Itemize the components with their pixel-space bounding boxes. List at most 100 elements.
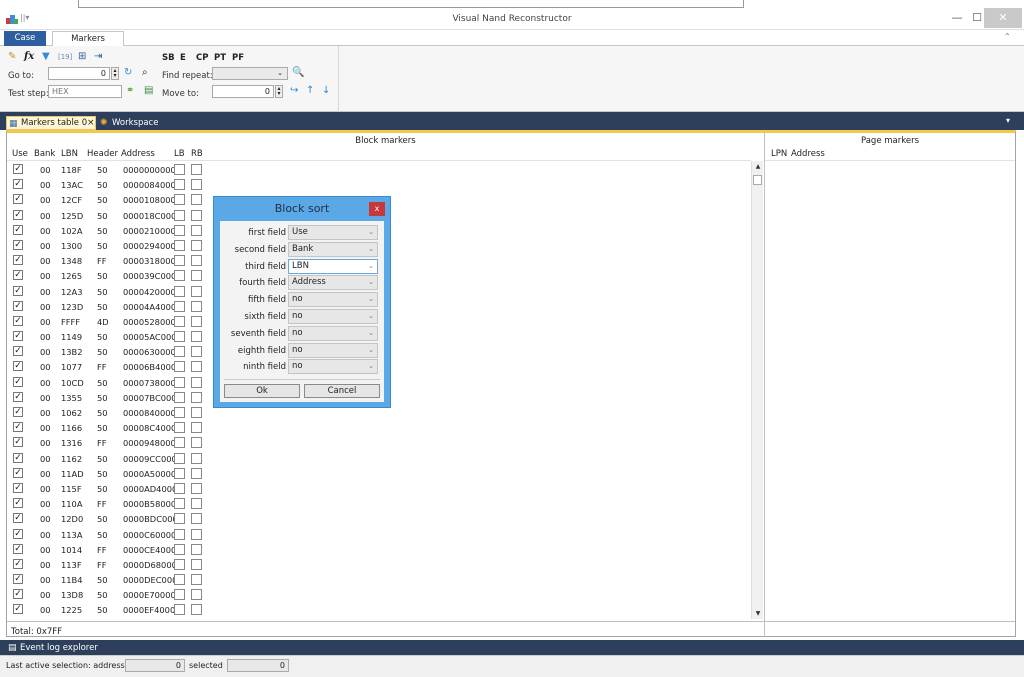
lb-checkbox[interactable] bbox=[174, 498, 185, 510]
function-icon[interactable]: fx bbox=[24, 51, 34, 63]
grid-icon[interactable]: ▤ bbox=[144, 85, 153, 97]
lb-checkbox[interactable] bbox=[174, 164, 185, 175]
lb-checkbox[interactable] bbox=[174, 467, 185, 479]
rb-checkbox[interactable] bbox=[191, 604, 202, 616]
binoculars-icon[interactable]: ⌕ bbox=[142, 67, 148, 79]
use-checkbox[interactable]: ✓ bbox=[13, 543, 23, 554]
lb-checkbox[interactable] bbox=[174, 285, 185, 297]
table-row[interactable]: ✓ 00 13AC 50 0000084000 bbox=[7, 178, 207, 193]
table-row[interactable]: ✓ 00 1348 FF 0000318000 bbox=[7, 254, 207, 269]
lb-checkbox[interactable] bbox=[174, 346, 185, 358]
use-checkbox[interactable]: ✓ bbox=[13, 270, 23, 281]
lb-checkbox[interactable] bbox=[174, 452, 185, 464]
sort-field-select[interactable]: no ⌄ bbox=[288, 292, 378, 308]
use-checkbox[interactable]: ✓ bbox=[13, 164, 23, 174]
rb-checkbox[interactable] bbox=[191, 255, 202, 267]
use-checkbox[interactable]: ✓ bbox=[13, 604, 23, 615]
table-row[interactable]: ✓ 00 115F 50 0000AD4000 bbox=[7, 482, 207, 497]
rb-checkbox[interactable] bbox=[191, 239, 202, 251]
use-checkbox[interactable]: ✓ bbox=[13, 391, 23, 402]
rb-checkbox[interactable] bbox=[191, 558, 202, 570]
table-row[interactable]: ✓ 00 1149 50 00005AC000 bbox=[7, 330, 207, 345]
lb-checkbox[interactable] bbox=[174, 391, 185, 403]
lb-checkbox[interactable] bbox=[174, 407, 185, 418]
lb-checkbox[interactable] bbox=[174, 528, 185, 540]
rb-checkbox[interactable] bbox=[191, 300, 202, 312]
table-row[interactable]: ✓ 00 FFFF 4D 0000528000 bbox=[7, 315, 207, 330]
rb-checkbox[interactable] bbox=[191, 179, 202, 191]
rb-checkbox[interactable] bbox=[191, 422, 202, 434]
use-checkbox[interactable]: ✓ bbox=[13, 194, 23, 205]
goto-spinner[interactable]: ▴ ▾ bbox=[111, 67, 119, 80]
lb-checkbox[interactable] bbox=[174, 270, 185, 282]
toggle-e[interactable]: E bbox=[180, 53, 186, 63]
pencil-icon[interactable]: ✎ bbox=[8, 51, 16, 63]
move-to-input[interactable]: 0 bbox=[212, 85, 274, 98]
lb-checkbox[interactable] bbox=[174, 513, 185, 525]
rb-checkbox[interactable] bbox=[191, 452, 202, 464]
scroll-down-icon[interactable]: ▼ bbox=[752, 610, 764, 617]
table-row[interactable]: ✓ 00 1014 FF 0000CE4000 bbox=[7, 543, 207, 558]
table-row[interactable]: ✓ 00 123D 50 00004A4000 bbox=[7, 300, 207, 315]
col-rb[interactable]: RB bbox=[191, 149, 203, 159]
rb-checkbox[interactable] bbox=[191, 498, 202, 510]
use-checkbox[interactable]: ✓ bbox=[13, 300, 23, 311]
rb-checkbox[interactable] bbox=[191, 285, 202, 297]
cancel-button[interactable]: Cancel bbox=[304, 384, 380, 398]
col-lpn[interactable]: LPN bbox=[771, 149, 787, 159]
rb-checkbox[interactable] bbox=[191, 331, 202, 343]
ok-button[interactable]: Ok bbox=[224, 384, 300, 398]
lb-checkbox[interactable] bbox=[174, 604, 185, 616]
table-row[interactable]: ✓ 00 11AD 50 0000A50000 bbox=[7, 467, 207, 482]
use-checkbox[interactable]: ✓ bbox=[13, 255, 23, 266]
use-checkbox[interactable]: ✓ bbox=[13, 513, 23, 524]
goto-go-icon[interactable]: ↻ bbox=[124, 67, 132, 79]
sort-field-select[interactable]: LBN ⌄ bbox=[288, 258, 378, 274]
vertical-scrollbar[interactable]: ▲ ▼ bbox=[751, 161, 763, 619]
col-address[interactable]: Address bbox=[121, 149, 155, 159]
table-row[interactable]: ✓ 00 12D0 50 0000BDC000 bbox=[7, 512, 207, 527]
use-checkbox[interactable]: ✓ bbox=[13, 224, 23, 235]
close-button[interactable]: ✕ bbox=[984, 8, 1022, 28]
table-row[interactable]: ✓ 00 118F 50 0000000000 bbox=[7, 163, 207, 178]
lb-checkbox[interactable] bbox=[174, 482, 185, 494]
lb-checkbox[interactable] bbox=[174, 589, 185, 601]
table-row[interactable]: ✓ 00 1300 50 0000294000 bbox=[7, 239, 207, 254]
dialog-close-button[interactable]: x bbox=[369, 202, 385, 216]
ribbon-collapse-icon[interactable]: ⌃ bbox=[1004, 32, 1011, 41]
rb-checkbox[interactable] bbox=[191, 589, 202, 601]
use-checkbox[interactable]: ✓ bbox=[13, 239, 23, 250]
rb-checkbox[interactable] bbox=[191, 391, 202, 403]
lb-checkbox[interactable] bbox=[174, 422, 185, 434]
rb-checkbox[interactable] bbox=[191, 224, 202, 236]
sort-field-select[interactable]: no ⌄ bbox=[288, 325, 378, 341]
doc-tab-markers-table[interactable]: ▦ Markers table 0 × bbox=[6, 116, 96, 130]
filter-icon[interactable]: ▼ bbox=[42, 51, 50, 63]
table-row[interactable]: ✓ 00 12CF 50 0000108000 bbox=[7, 193, 207, 208]
table-row[interactable]: ✓ 00 1166 50 00008C4000 bbox=[7, 421, 207, 436]
jump-icon[interactable]: ↪ bbox=[290, 85, 298, 97]
doc-tab-workspace[interactable]: ✺ Workspace bbox=[100, 117, 158, 130]
sort-field-select[interactable]: Bank ⌄ bbox=[288, 241, 378, 257]
scroll-up-icon[interactable]: ▲ bbox=[752, 163, 764, 170]
col-bank[interactable]: Bank bbox=[34, 149, 55, 159]
scroll-thumb[interactable] bbox=[753, 175, 762, 185]
rb-checkbox[interactable] bbox=[191, 513, 202, 525]
table-row[interactable]: ✓ 00 102A 50 0000210000 bbox=[7, 224, 207, 239]
split-icon[interactable]: ⊞ bbox=[78, 51, 86, 63]
event-log-tab[interactable]: ▤ Event log explorer bbox=[8, 641, 98, 655]
rb-checkbox[interactable] bbox=[191, 164, 202, 175]
col-lb[interactable]: LB bbox=[174, 149, 185, 159]
sort-field-select[interactable]: Use ⌄ bbox=[288, 225, 378, 240]
lb-checkbox[interactable] bbox=[174, 574, 185, 586]
tab-menu-icon[interactable]: ▾ bbox=[1006, 116, 1010, 125]
col-page-address[interactable]: Address bbox=[791, 149, 825, 159]
move-to-spinner[interactable]: ▴ ▾ bbox=[275, 85, 283, 98]
table-row[interactable]: ✓ 00 113A 50 0000C60000 bbox=[7, 528, 207, 543]
toggle-cp[interactable]: CP bbox=[196, 53, 208, 63]
goto-input[interactable]: 0 bbox=[48, 67, 110, 80]
toggle-sb[interactable]: SB bbox=[162, 53, 175, 63]
table-row[interactable]: ✓ 00 110A FF 0000B58000 bbox=[7, 497, 207, 512]
sort-field-select[interactable]: no ⌄ bbox=[288, 342, 378, 358]
table-row[interactable]: ✓ 00 1077 FF 00006B4000 bbox=[7, 360, 207, 375]
